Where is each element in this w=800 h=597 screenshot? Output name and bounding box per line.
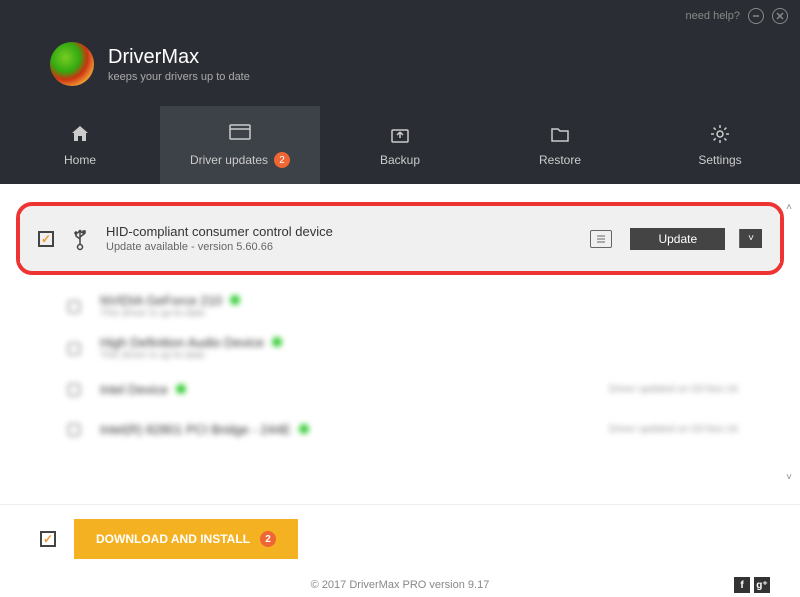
restore-icon <box>549 123 571 145</box>
download-badge: 2 <box>260 531 276 547</box>
titlebar: need help? <box>0 0 800 32</box>
monitor-icon: ▢ <box>62 294 86 318</box>
update-dropdown[interactable]: ˅ <box>739 229 762 248</box>
status-dot <box>299 424 309 434</box>
driver-row-blurred: ▢ Intel(R) 82801 PCI Bridge - 244E Drive… <box>20 409 780 449</box>
scroll-down-icon[interactable]: ˅ <box>782 472 796 486</box>
backup-icon <box>389 123 411 145</box>
updates-icon <box>229 122 251 144</box>
close-button[interactable] <box>772 8 788 24</box>
details-icon[interactable] <box>590 230 612 248</box>
driver-name: HID-compliant consumer control device <box>106 224 576 239</box>
nav-restore[interactable]: Restore <box>480 106 640 184</box>
status-dot <box>230 295 240 305</box>
brand-title: DriverMax <box>108 46 250 69</box>
driver-status: Update available - version 5.60.66 <box>106 241 576 253</box>
update-button[interactable]: Update <box>630 228 725 250</box>
highlighted-driver-box: HID-compliant consumer control device Up… <box>16 202 784 275</box>
content-panel: HID-compliant consumer control device Up… <box>0 184 800 504</box>
facebook-icon[interactable]: f <box>734 577 750 593</box>
status-dot <box>176 384 186 394</box>
home-icon <box>69 123 91 145</box>
nav-backup[interactable]: Backup <box>320 106 480 184</box>
audio-icon: ▢ <box>62 336 86 360</box>
logo-icon <box>50 42 94 86</box>
scroll-up-icon[interactable]: ˄ <box>782 202 796 216</box>
nav-home[interactable]: Home <box>0 106 160 184</box>
nav-settings[interactable]: Settings <box>640 106 800 184</box>
status-dot <box>272 337 282 347</box>
help-link[interactable]: need help? <box>686 10 740 22</box>
device-icon: ▢ <box>62 377 86 401</box>
nav-label: Restore <box>539 153 581 167</box>
nav-driver-updates[interactable]: Driver updates 2 <box>160 106 320 184</box>
nav-label: Driver updates <box>190 153 268 167</box>
copyright-bar: © 2017 DriverMax PRO version 9.17 f g⁺ <box>0 573 800 597</box>
gear-icon <box>709 123 731 145</box>
driver-checkbox[interactable] <box>38 231 54 247</box>
minimize-button[interactable] <box>748 8 764 24</box>
nav-label: Backup <box>380 153 420 167</box>
nav-label: Settings <box>698 153 741 167</box>
scrollbar[interactable]: ˄ ˅ <box>782 202 796 486</box>
device-icon: ▢ <box>62 417 86 441</box>
download-install-button[interactable]: DOWNLOAD AND INSTALL 2 <box>74 519 298 559</box>
nav-label: Home <box>64 153 96 167</box>
select-all-checkbox[interactable] <box>40 531 56 547</box>
driver-row-blurred: ▢ Intel Device Driver updated on 03-Nov-… <box>20 369 780 409</box>
driver-row-blurred: ▢ High Definition Audio DeviceThis drive… <box>20 327 780 369</box>
driver-row-blurred: ▢ NVIDIA GeForce 210This driver is up-to… <box>20 285 780 327</box>
usb-icon <box>68 227 92 251</box>
driver-row: HID-compliant consumer control device Up… <box>20 214 780 263</box>
footer-bar: DOWNLOAD AND INSTALL 2 <box>0 504 800 573</box>
main-navbar: Home Driver updates 2 Backup Restore Set… <box>0 106 800 184</box>
googleplus-icon[interactable]: g⁺ <box>754 577 770 593</box>
app-header: DriverMax keeps your drivers up to date <box>0 32 800 106</box>
brand-subtitle: keeps your drivers up to date <box>108 71 250 83</box>
updates-badge: 2 <box>274 152 290 168</box>
